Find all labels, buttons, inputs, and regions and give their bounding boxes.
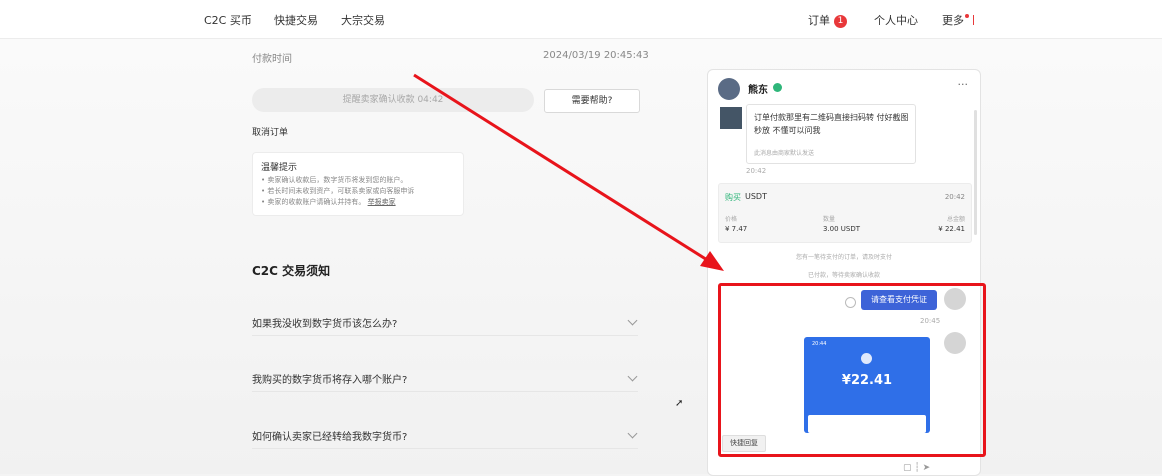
annotation-arrow xyxy=(413,73,724,271)
arrow-line xyxy=(413,73,713,265)
mouse-cursor-icon: ➚ xyxy=(675,398,684,409)
arrow-head xyxy=(700,251,724,271)
